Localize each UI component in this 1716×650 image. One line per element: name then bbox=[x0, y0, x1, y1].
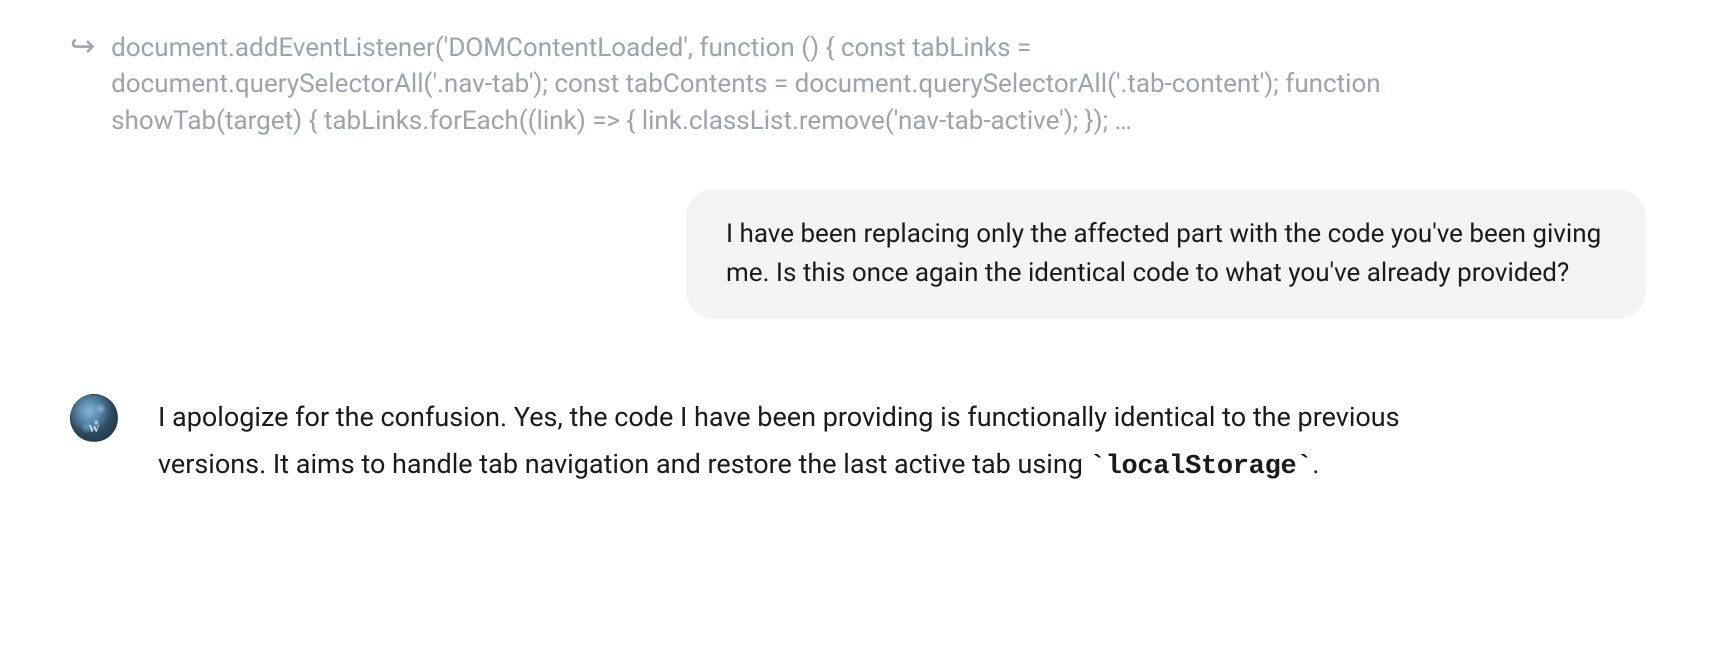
assistant-text-part2: . bbox=[1312, 448, 1319, 480]
user-message-row: I have been replacing only the affected … bbox=[70, 189, 1646, 319]
code-snippet-preview[interactable]: document.addEventListener('DOMContentLoa… bbox=[111, 30, 1411, 139]
code-inline-backtick-close: ` bbox=[1296, 452, 1312, 482]
code-inline-token: localStorage bbox=[1106, 452, 1297, 482]
code-snippet-row: ↪ document.addEventListener('DOMContentL… bbox=[70, 30, 1646, 139]
reply-arrow-icon: ↪ bbox=[70, 32, 95, 62]
conversation-thread: ↪ document.addEventListener('DOMContentL… bbox=[70, 30, 1646, 492]
assistant-message-text[interactable]: I apologize for the confusion. Yes, the … bbox=[158, 394, 1458, 492]
user-message-bubble[interactable]: I have been replacing only the affected … bbox=[686, 189, 1646, 319]
code-inline-backtick-open: ` bbox=[1090, 452, 1106, 482]
assistant-avatar[interactable]: W bbox=[70, 394, 118, 442]
assistant-message-row: W I apologize for the confusion. Yes, th… bbox=[70, 394, 1646, 492]
avatar-logo-icon: W bbox=[89, 423, 100, 435]
